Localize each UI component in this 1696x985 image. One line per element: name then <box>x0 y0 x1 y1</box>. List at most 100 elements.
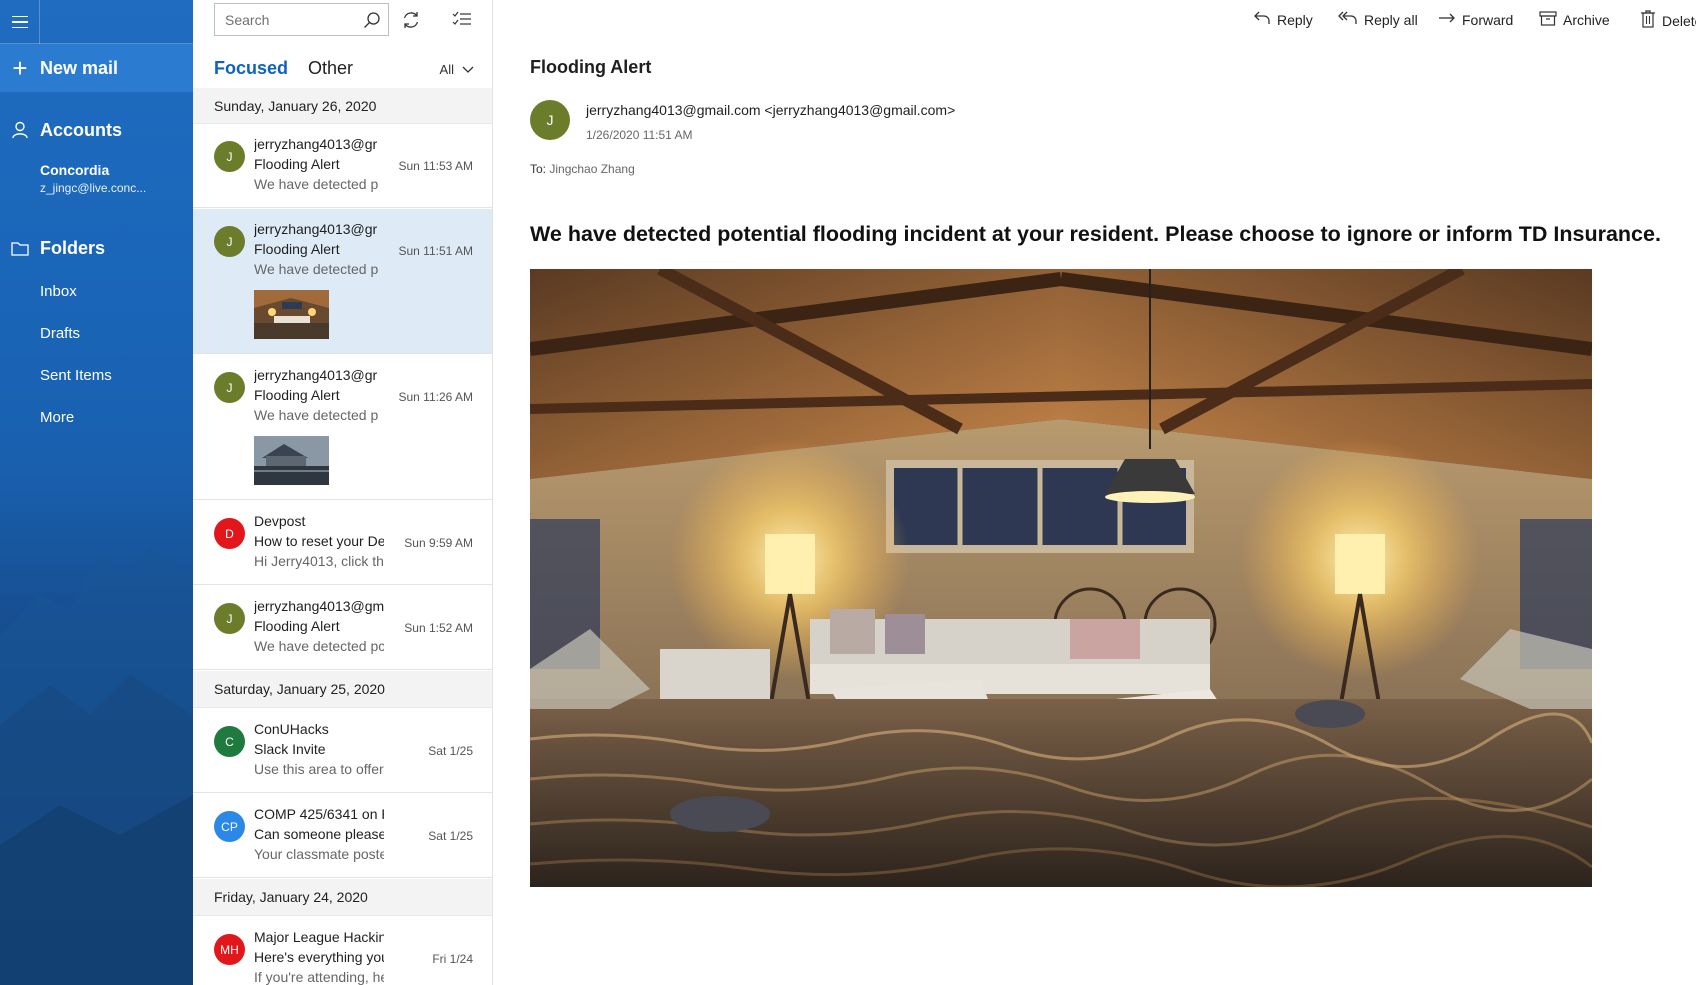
message-time: Sun 11:53 AM <box>398 159 474 173</box>
list-item[interactable]: J jerryzhang4013@gr Flooding Alert We ha… <box>193 124 492 208</box>
to-label: To: <box>530 162 547 176</box>
message-subject: Flooding Alert <box>254 156 340 172</box>
archive-button[interactable]: Archive <box>1539 10 1610 29</box>
accounts-header[interactable]: Accounts <box>0 112 193 148</box>
message-subject: Flooding Alert <box>254 387 340 403</box>
inbox-tabs: Focused Other All <box>214 58 492 90</box>
list-item[interactable]: J jerryzhang4013@gm Flooding Alert We ha… <box>193 586 492 670</box>
forward-icon <box>1438 10 1456 29</box>
command-bar: Reply Reply all Forward Archive Delete <box>493 0 1696 40</box>
message-sender: jerryzhang4013@gr <box>254 367 378 383</box>
attachment-thumbnail[interactable] <box>254 436 329 485</box>
message-sender: jerryzhang4013@gm <box>254 598 384 614</box>
message-sender: ConUHacks <box>254 721 329 737</box>
message-time: Sun 11:51 AM <box>398 244 474 258</box>
avatar: J <box>214 226 245 257</box>
account-email: z_jingc@live.conc... <box>40 181 147 195</box>
filter-dropdown[interactable]: All <box>440 62 474 77</box>
account-item-concordia[interactable]: Concordia z_jingc@live.conc... <box>40 162 146 195</box>
plus-icon: + <box>12 53 28 83</box>
reply-icon <box>1253 10 1271 29</box>
message-sender: Devpost <box>254 513 306 529</box>
reply-all-button[interactable]: Reply all <box>1338 10 1418 29</box>
message-preview: We have detected p <box>254 407 379 423</box>
reply-button[interactable]: Reply <box>1253 10 1313 29</box>
list-item[interactable]: CP COMP 425/6341 on Piaz Can someone ple… <box>193 794 492 878</box>
folder-sent-items[interactable]: Sent Items <box>40 367 112 384</box>
reply-label: Reply <box>1277 11 1313 28</box>
message-preview: Your classmate posted a <box>254 846 384 862</box>
account-name: Concordia <box>40 162 110 178</box>
sync-icon[interactable] <box>397 6 425 34</box>
delete-icon <box>1640 10 1656 31</box>
accounts-label: Accounts <box>40 119 123 140</box>
message-time: Sun 9:59 AM <box>404 536 473 550</box>
search-input[interactable]: Search <box>225 12 356 28</box>
list-item[interactable]: C ConUHacks Slack Invite Use this area t… <box>193 709 492 793</box>
message-preview: Use this area to offer a sl <box>254 761 384 777</box>
filter-label: All <box>439 62 454 77</box>
delete-label: Delete <box>1662 12 1696 29</box>
archive-label: Archive <box>1563 11 1610 28</box>
date-header: Friday, January 24, 2020 <box>193 879 492 916</box>
message-subject: Flooding Alert <box>254 241 340 257</box>
message-subject: Can someone please exp <box>254 826 384 842</box>
new-mail-label: New mail <box>40 57 119 78</box>
message-subject: How to reset your De <box>254 533 384 549</box>
archive-icon <box>1539 10 1557 29</box>
avatar: J <box>214 141 245 172</box>
forward-label: Forward <box>1462 11 1514 28</box>
folders-label: Folders <box>40 237 106 258</box>
avatar: J <box>214 372 245 403</box>
person-icon <box>0 121 40 139</box>
hamburger-icon[interactable] <box>0 0 40 44</box>
avatar: CP <box>214 811 245 842</box>
list-item[interactable]: D Devpost How to reset your De Hi Jerry4… <box>193 501 492 585</box>
nav-top-bar <box>0 0 193 44</box>
sender-avatar: J <box>530 100 570 140</box>
date-header: Saturday, January 25, 2020 <box>193 671 492 708</box>
avatar: MH <box>214 934 245 965</box>
tab-focused[interactable]: Focused <box>214 58 289 90</box>
message-list-pane: Search Focused Other All Sunday, January… <box>193 0 493 985</box>
message-preview: If you're attending, here's <box>254 969 384 985</box>
reply-all-icon <box>1338 10 1358 29</box>
avatar: J <box>214 603 245 634</box>
recipient-name[interactable]: Jingchao Zhang <box>549 162 634 176</box>
message-time: Sat 1/25 <box>428 829 473 843</box>
sent-date: 1/26/2020 11:51 AM <box>586 128 693 142</box>
folders-header[interactable]: Folders <box>0 230 193 266</box>
recipient-line: To: Jingchao Zhang <box>530 162 635 176</box>
list-item[interactable]: MH Major League Hacking Here's everythin… <box>193 917 492 985</box>
message-preview: Hi Jerry4013, click th <box>254 553 384 569</box>
search-icon[interactable] <box>356 4 388 35</box>
list-item[interactable]: J jerryzhang4013@gr Flooding Alert We ha… <box>193 355 492 500</box>
avatar: C <box>214 726 245 757</box>
tab-other[interactable]: Other <box>308 58 353 79</box>
message-subject: Here's everything you'll n <box>254 949 384 965</box>
message-sender: Major League Hacking <box>254 929 384 945</box>
message-preview: We have detected p <box>254 261 379 277</box>
forward-button[interactable]: Forward <box>1438 10 1513 29</box>
folder-drafts[interactable]: Drafts <box>40 325 80 342</box>
new-mail-button[interactable]: + New mail <box>0 44 193 92</box>
select-icon[interactable] <box>448 6 476 34</box>
message-preview: We have detected pc <box>254 638 384 654</box>
sender-address[interactable]: jerryzhang4013@gmail.com <jerryzhang4013… <box>586 102 955 118</box>
reading-pane: Reply Reply all Forward Archive Delete F… <box>493 0 1696 985</box>
flooded-room-image <box>530 269 1592 887</box>
message-subject: Flooding Alert <box>254 618 340 634</box>
search-box[interactable]: Search <box>214 3 389 36</box>
message-sender: COMP 425/6341 on Piaz <box>254 806 384 822</box>
reply-all-label: Reply all <box>1364 11 1418 28</box>
message-preview: We have detected p <box>254 176 379 192</box>
message-time: Fri 1/24 <box>432 952 473 966</box>
folder-more[interactable]: More <box>40 409 74 426</box>
attachment-thumbnail[interactable] <box>254 290 329 339</box>
chevron-down-icon <box>462 62 474 77</box>
folder-inbox[interactable]: Inbox <box>40 283 77 300</box>
message-time: Sat 1/25 <box>428 744 473 758</box>
date-header: Sunday, January 26, 2020 <box>193 88 492 124</box>
delete-button[interactable]: Delete <box>1640 10 1696 31</box>
list-item-selected[interactable]: J jerryzhang4013@gr Flooding Alert We ha… <box>193 209 492 354</box>
